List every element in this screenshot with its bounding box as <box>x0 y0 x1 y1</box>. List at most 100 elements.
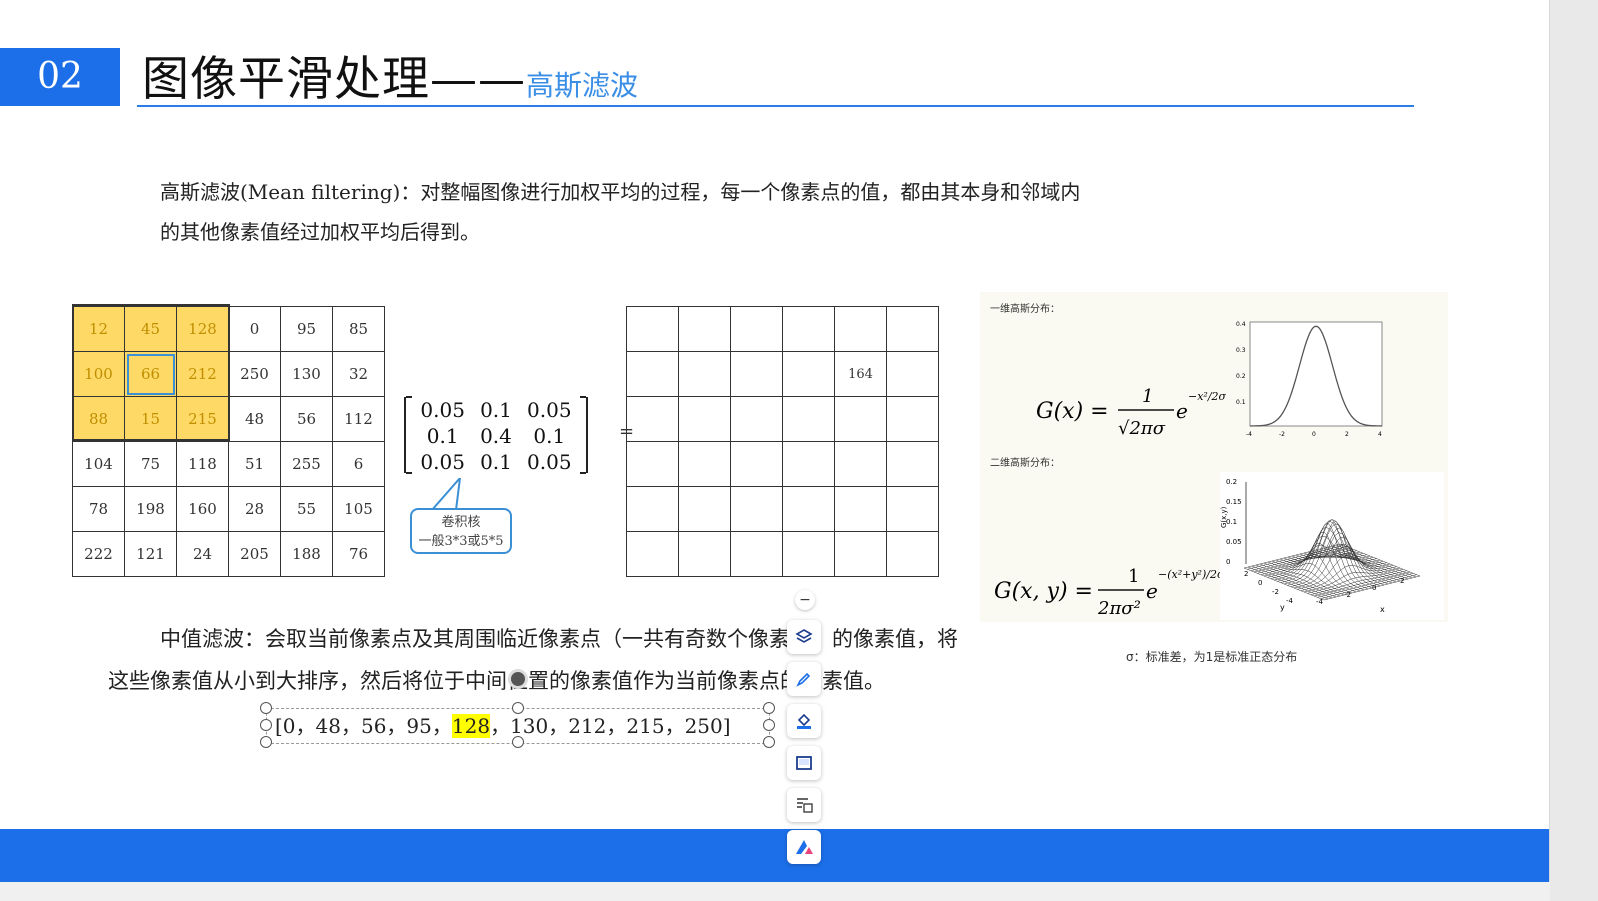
resize-handle-mr[interactable] <box>763 719 775 731</box>
kernel-value: 0.05 <box>527 398 572 422</box>
callout-line-1: 卷积核 <box>441 515 481 530</box>
tick-label: 0.2 <box>1226 478 1237 486</box>
output-cell <box>730 351 783 397</box>
output-cell <box>782 351 835 397</box>
tick-label: 0 <box>1312 431 1316 438</box>
comment-icon[interactable] <box>787 788 821 822</box>
pixel-cell: 28 <box>228 486 281 532</box>
tick-label: 4 <box>1378 431 1382 438</box>
pixel-cell: 12 <box>72 306 125 352</box>
output-cell <box>678 396 731 442</box>
tick-label: 0.1 <box>1236 399 1246 406</box>
output-cell <box>782 396 835 442</box>
tick-label: 0 <box>1226 558 1230 566</box>
pixel-cell: 95 <box>280 306 333 352</box>
pixel-cell: 48 <box>228 396 281 442</box>
median-value-highlight: 128 <box>451 714 491 738</box>
resize-handle-ml[interactable] <box>260 719 272 731</box>
callout-line-2: 一般3*3或5*5 <box>418 534 504 549</box>
output-pixel-grid: 164 <box>626 306 939 577</box>
pen-icon[interactable] <box>787 662 821 696</box>
output-cell <box>626 306 679 352</box>
resize-handle-tm[interactable] <box>512 702 524 714</box>
tick-label: -4 <box>1246 431 1252 438</box>
tick-label: -4 <box>1316 598 1324 606</box>
brand-icon[interactable] <box>787 830 821 864</box>
title-subtitle: 高斯滤波 <box>526 69 639 102</box>
pixel-cell: 205 <box>228 531 281 577</box>
pixel-cell: 160 <box>176 486 229 532</box>
tick-label: -2 <box>1279 431 1285 438</box>
pixel-cell: 104 <box>72 441 125 487</box>
resize-handle-bm[interactable] <box>512 736 524 748</box>
gaussian-figure: 一维高斯分布： G(x) = 1 √2πσ e −x²/2σ² 0.40.30.… <box>980 292 1448 622</box>
output-cell <box>678 351 731 397</box>
pixel-cell: 66 <box>124 351 177 397</box>
pixel-cell: 55 <box>280 486 333 532</box>
layers-icon[interactable] <box>787 620 821 654</box>
sorted-before: [0，48，56，95， <box>275 714 452 738</box>
svg-text:1: 1 <box>1128 566 1139 587</box>
fill-icon[interactable] <box>787 704 821 738</box>
svg-text:1: 1 <box>1142 386 1153 407</box>
grid-row: 100 66 212 250 130 32 <box>72 351 385 397</box>
pixel-cell: 76 <box>332 531 385 577</box>
tick-label: 2 <box>1244 570 1248 578</box>
frame-icon[interactable] <box>787 746 821 780</box>
pixel-cell: 198 <box>124 486 177 532</box>
svg-text:e: e <box>1146 579 1158 603</box>
resize-handle-bl[interactable] <box>260 736 272 748</box>
output-cell <box>886 441 939 487</box>
grid-row <box>626 531 939 577</box>
formula-2d-svg: G(x, y) = 1 2πσ² e −(x²+y²)/2σ² <box>994 566 1220 619</box>
pixel-cell: 215 <box>176 396 229 442</box>
pixel-cell: 51 <box>228 441 281 487</box>
pixel-cell: 6 <box>332 441 385 487</box>
svg-text:−x²/2σ²: −x²/2σ² <box>1188 390 1226 403</box>
output-cell <box>886 486 939 532</box>
kernel-matrix: 0.05 0.1 0.05 0.1 0.4 0.1 0.05 0.1 0.05 <box>404 396 588 474</box>
tick-label: 0 <box>1372 584 1376 592</box>
input-pixel-grid: 12 45 128 0 95 85 100 66 212 250 130 32 88 15 215 48 56 1… <box>72 306 385 577</box>
kernel-value: 0.1 <box>480 398 512 422</box>
pixel-cell: 15 <box>124 396 177 442</box>
tick-label: 0 <box>1258 579 1262 587</box>
axis-x-label: x <box>1380 605 1385 614</box>
pixel-cell: 255 <box>280 441 333 487</box>
output-cell <box>886 531 939 577</box>
output-cell <box>678 486 731 532</box>
tick-label: 0.2 <box>1236 373 1246 380</box>
resize-handle-br[interactable] <box>763 736 775 748</box>
kernel-value: 0.4 <box>480 424 512 448</box>
tick-label: 0.3 <box>1236 347 1246 354</box>
output-cell <box>678 306 731 352</box>
output-cell <box>626 351 679 397</box>
resize-handle-tr[interactable] <box>763 702 775 714</box>
output-cell <box>886 306 939 352</box>
pixel-cell: 78 <box>72 486 125 532</box>
output-cell <box>730 531 783 577</box>
pixel-cell: 128 <box>176 306 229 352</box>
intro-text-1: ：对整幅图像进行加权平均的过程，每一个像素点的值，都由其本身和邻域内 <box>400 180 1081 204</box>
pixel-cell: 75 <box>124 441 177 487</box>
section-number: 02 <box>0 48 120 106</box>
pixel-cell: 112 <box>332 396 385 442</box>
grid-row: 104 75 118 51 255 6 <box>72 441 385 487</box>
tick-label: -2 <box>1272 588 1279 596</box>
rotate-handle[interactable] <box>508 669 528 689</box>
output-cell <box>730 486 783 532</box>
grid-row: 164 <box>626 351 939 397</box>
resize-handle-tl[interactable] <box>260 702 272 714</box>
title-underline <box>137 105 1414 107</box>
kernel-value: 0.05 <box>420 398 465 422</box>
toolbar-minimize-button[interactable]: − <box>795 590 815 610</box>
sorted-after: ，130，212，215，250] <box>490 714 731 738</box>
slide-title: 图像平滑处理——高斯滤波 <box>142 40 638 109</box>
svg-text:2πσ²: 2πσ² <box>1097 598 1141 619</box>
pixel-cell: 130 <box>280 351 333 397</box>
tick-label: 0.4 <box>1236 321 1246 328</box>
grid-row <box>626 486 939 532</box>
pixel-cell: 222 <box>72 531 125 577</box>
pixel-cell: 105 <box>332 486 385 532</box>
pixel-cell: 188 <box>280 531 333 577</box>
